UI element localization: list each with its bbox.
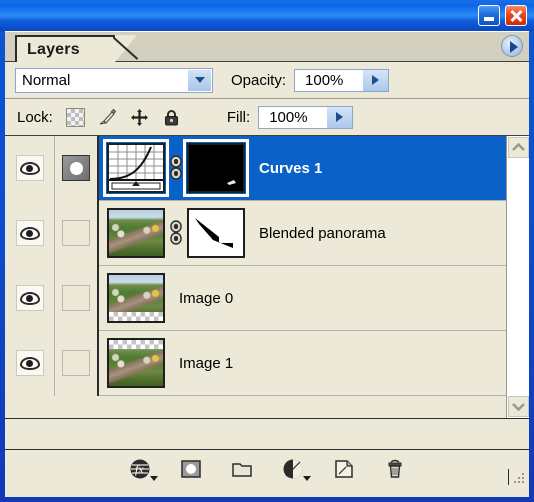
layer-thumbnails (107, 273, 165, 323)
layer-style-fx-icon[interactable]: fx (127, 456, 158, 482)
close-button[interactable] (505, 5, 527, 26)
opacity-input[interactable]: 100% (294, 68, 390, 92)
layer-thumbnails (107, 338, 165, 388)
layer-row-blended-panorama[interactable]: Blended panorama (5, 200, 529, 266)
minimize-button[interactable] (478, 5, 500, 26)
layer-mask-thumbnail[interactable] (187, 208, 245, 258)
layer-photo-thumbnail[interactable] (107, 208, 165, 258)
mask-state-empty[interactable] (62, 220, 90, 246)
chevron-down-icon[interactable] (188, 69, 211, 91)
layer-mask-icon[interactable] (178, 456, 204, 482)
layer-row-image-0[interactable]: Image 0 (5, 265, 529, 331)
curves-thumbnail[interactable] (103, 139, 169, 197)
fill-value: 100% (269, 108, 308, 126)
layer-name: Blended panorama (259, 224, 386, 242)
resize-grip[interactable] (508, 469, 526, 485)
chevron-up-icon[interactable] (508, 137, 529, 158)
visibility-cell (5, 265, 55, 331)
tab-layers[interactable]: Layers (15, 35, 115, 62)
transparency-checker (109, 340, 163, 349)
palette-menu-arrow-icon[interactable] (501, 35, 523, 57)
layer-row-curves-1[interactable]: Curves 1 (5, 136, 529, 201)
mask-state-cell (55, 265, 99, 331)
blend-mode-select[interactable]: Normal (15, 67, 213, 93)
link-chain-icon[interactable] (165, 208, 187, 258)
blend-mode-value: Normal (22, 71, 71, 89)
mask-state-cell (55, 136, 99, 201)
layers-panel: Layers Normal Opacity: 100% Lock: Fill: … (5, 31, 529, 497)
visibility-cell (5, 330, 55, 396)
opacity-value: 100% (305, 71, 344, 89)
fill-slider-arrow-icon[interactable] (327, 106, 353, 128)
layer-mask-thumbnail[interactable] (183, 139, 249, 197)
blend-opacity-row: Normal Opacity: 100% (5, 62, 529, 99)
eye-icon[interactable] (15, 285, 44, 311)
panel-tabstrip: Layers (5, 32, 529, 62)
new-layer-page-icon[interactable] (331, 456, 357, 482)
fill-label: Fill: (226, 108, 251, 126)
eye-icon[interactable] (15, 220, 44, 246)
layer-thumbnails (103, 139, 249, 197)
mask-state-empty[interactable] (62, 350, 90, 376)
opacity-label: Opacity: (231, 71, 287, 89)
fill-input[interactable]: 100% (258, 105, 354, 129)
opacity-slider-arrow-icon[interactable] (363, 69, 389, 91)
paintbrush-icon[interactable] (98, 108, 117, 127)
visibility-cell (5, 200, 55, 266)
layer-list-scrollbar[interactable] (506, 136, 529, 418)
layer-thumbnails (107, 208, 245, 258)
link-chain-icon[interactable] (165, 143, 187, 193)
padlock-icon[interactable] (162, 108, 181, 127)
layer-photo-thumbnail[interactable] (107, 338, 165, 388)
layer-name: Curves 1 (259, 159, 323, 177)
visibility-cell (5, 136, 55, 201)
eye-icon[interactable] (15, 155, 44, 181)
chevron-down-icon[interactable] (508, 396, 529, 417)
layer-list: Curves 1 Blended panorama Image 0 Image … (5, 136, 529, 418)
layer-photo-thumbnail[interactable] (107, 273, 165, 323)
window-titlebar (0, 0, 534, 34)
svg-text:fx: fx (135, 462, 144, 476)
folder-icon[interactable] (229, 456, 255, 482)
lock-fill-row: Lock: Fill: 100% (5, 99, 529, 136)
adjustment-layer-half-circle-icon[interactable] (280, 456, 311, 482)
checkerboard-icon[interactable] (65, 107, 85, 127)
tab-layers-label: Layers (27, 41, 80, 58)
move-cross-icon[interactable] (130, 108, 149, 127)
mask-state-empty[interactable] (62, 285, 90, 311)
layer-name: Image 1 (179, 354, 234, 372)
mask-state-cell (55, 330, 99, 396)
caret-icon (302, 475, 311, 481)
mask-active-icon[interactable] (62, 155, 90, 181)
panel-footer-gap (5, 418, 529, 449)
caret-icon (149, 475, 158, 481)
mask-state-cell (55, 200, 99, 266)
layer-row-image-1[interactable]: Image 1 (5, 330, 529, 396)
tab-slant-border (113, 34, 143, 64)
lock-label: Lock: (17, 108, 53, 126)
layers-bottom-toolbar: fx (5, 449, 529, 487)
layer-name: Image 0 (179, 289, 234, 307)
eye-icon[interactable] (15, 350, 44, 376)
photoshop-layers-window: Layers Normal Opacity: 100% Lock: Fill: … (0, 0, 534, 502)
transparency-checker (109, 312, 163, 321)
trash-icon[interactable] (382, 456, 408, 482)
